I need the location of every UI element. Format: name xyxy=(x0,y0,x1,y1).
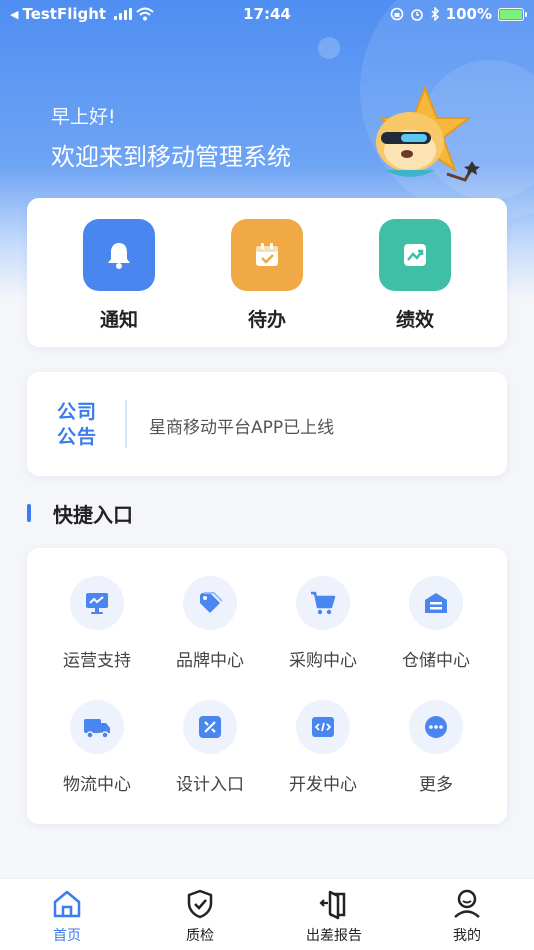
notice-tag-line: 公司 xyxy=(57,401,98,423)
shortcuts-grid: 运营支持 品牌中心 采购中心 仓储中心 物流中心 设计入口 开发中心 更多 xyxy=(27,548,507,824)
shortcut-development[interactable]: 开发中心 xyxy=(268,700,378,795)
cart-icon xyxy=(296,576,350,630)
quick-action-performance[interactable]: 绩效 xyxy=(365,219,465,332)
greeting-title: 欢迎来到移动管理系统 xyxy=(51,143,291,171)
quick-action-label: 待办 xyxy=(247,309,286,331)
section-bar xyxy=(27,504,31,522)
tab-label: 我的 xyxy=(453,928,481,944)
shortcut-design[interactable]: 设计入口 xyxy=(155,700,265,795)
quick-action-notice[interactable]: 通知 xyxy=(69,219,169,332)
trend-chart-icon xyxy=(379,219,451,291)
tab-label: 质检 xyxy=(186,928,214,944)
alarm-icon xyxy=(410,9,423,21)
lion-mascot-illustration xyxy=(376,85,480,182)
code-icon xyxy=(296,700,350,754)
shield-check-icon xyxy=(150,887,250,921)
tab-label: 首页 xyxy=(53,928,81,944)
shortcut-label: 仓储中心 xyxy=(402,651,470,671)
shortcut-purchase[interactable]: 采购中心 xyxy=(268,576,378,671)
design-tools-icon xyxy=(183,700,237,754)
quick-action-label: 绩效 xyxy=(395,309,434,331)
tab-mine[interactable]: 我的 xyxy=(417,887,517,945)
tab-quality[interactable]: 质检 xyxy=(150,887,250,945)
shortcut-warehouse[interactable]: 仓储中心 xyxy=(381,576,491,671)
quick-actions-card: 通知 待办 绩效 xyxy=(27,198,507,347)
quick-action-todo[interactable]: 待办 xyxy=(217,219,317,332)
shortcut-label: 更多 xyxy=(419,775,453,795)
status-bar: ◀ TestFlight 17:44 100% xyxy=(0,0,534,28)
quick-action-label: 通知 xyxy=(99,309,138,331)
bluetooth-icon xyxy=(431,7,439,21)
tag-icon xyxy=(183,576,237,630)
shortcut-label: 品牌中心 xyxy=(176,651,244,671)
shortcut-label: 物流中心 xyxy=(63,775,131,795)
tab-bar: 首页 质检 出差报告 我的 xyxy=(0,878,534,950)
user-icon xyxy=(417,887,517,921)
warehouse-icon xyxy=(409,576,463,630)
notice-tag: 公司 公告 xyxy=(57,400,107,450)
shortcut-label: 设计入口 xyxy=(176,775,244,795)
more-icon xyxy=(409,700,463,754)
notice-tag-line: 公告 xyxy=(57,426,98,448)
shortcut-brand[interactable]: 品牌中心 xyxy=(155,576,265,671)
calendar-check-icon xyxy=(231,219,303,291)
shortcut-more[interactable]: 更多 xyxy=(381,700,491,795)
home-icon xyxy=(17,887,117,921)
tab-home[interactable]: 首页 xyxy=(17,887,117,945)
battery-percent: 100% xyxy=(445,5,492,23)
bell-icon xyxy=(83,219,155,291)
notice-divider xyxy=(125,400,127,448)
section-header-shortcuts: 快捷入口 xyxy=(27,501,133,527)
tab-label: 出差报告 xyxy=(306,928,362,944)
shortcut-label: 运营支持 xyxy=(63,651,131,671)
monitor-chart-icon xyxy=(70,576,124,630)
notice-text[interactable]: 星商移动平台APP已上线 xyxy=(149,413,334,438)
shortcut-label: 采购中心 xyxy=(289,651,357,671)
door-exit-icon xyxy=(284,887,384,921)
tab-travel-report[interactable]: 出差报告 xyxy=(284,887,384,945)
shortcut-logistics[interactable]: 物流中心 xyxy=(42,700,152,795)
shortcut-operations[interactable]: 运营支持 xyxy=(42,576,152,671)
rotation-lock-icon xyxy=(390,7,403,21)
notice-card[interactable]: 公司 公告 星商移动平台APP已上线 xyxy=(27,372,507,476)
truck-icon xyxy=(70,700,124,754)
section-title: 快捷入口 xyxy=(53,502,133,527)
battery-icon xyxy=(498,7,527,21)
shortcut-label: 开发中心 xyxy=(289,775,357,795)
greeting-subtitle: 早上好! xyxy=(51,106,116,128)
